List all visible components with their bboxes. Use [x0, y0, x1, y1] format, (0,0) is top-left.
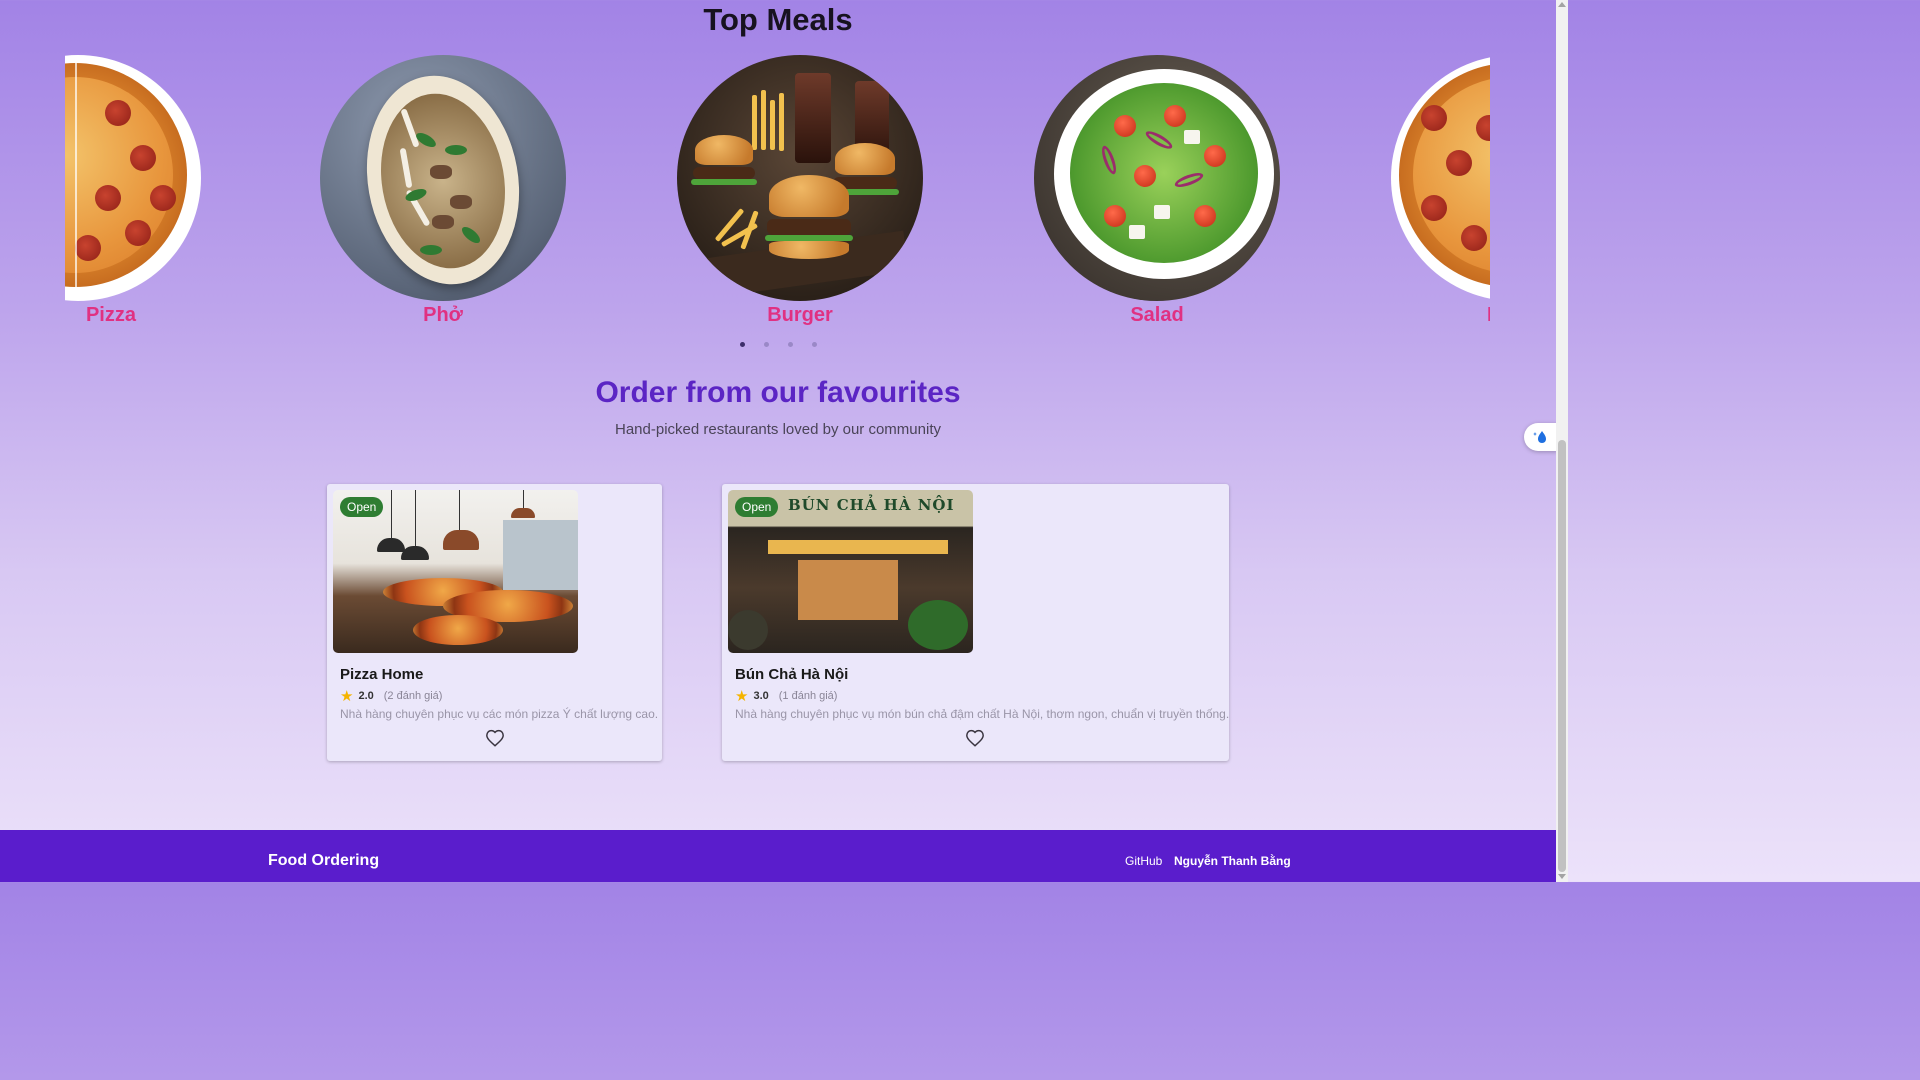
restaurant-image: BÚN CHẢ HÀ NỘI Open	[728, 490, 973, 653]
meal-image-pho	[320, 55, 566, 301]
review-count: (2 đánh giá)	[383, 690, 443, 702]
status-badge: Open	[735, 497, 779, 517]
meal-label: Burger	[767, 304, 833, 326]
meal-slide-pizza-next[interactable]: Pizza	[1391, 55, 1490, 327]
meal-slide-burger[interactable]: Burger	[677, 55, 923, 327]
carousel-dot-2[interactable]	[763, 342, 769, 347]
meal-label: Phở	[423, 304, 463, 326]
scroll-up-icon[interactable]	[1558, 2, 1566, 7]
meal-image-burger	[677, 55, 923, 301]
page: Top Meals Pizza Phở Burger Salad Order f…	[0, 0, 1556, 882]
restaurant-image: Open	[333, 490, 578, 653]
meal-slide-pizza[interactable]: Pizza	[65, 55, 201, 327]
favourites-title: Order from our favourites	[595, 376, 961, 409]
meal-label: Pizza	[1391, 304, 1490, 327]
github-link[interactable]: GitHub	[1125, 854, 1162, 868]
page-scrollbar[interactable]	[1556, 0, 1568, 882]
meal-slide-pho[interactable]: Phở	[320, 55, 566, 327]
author-link[interactable]: Nguyễn Thanh Bằng	[1174, 854, 1291, 868]
rating-value: 2.0	[358, 690, 374, 702]
carousel-pagination	[0, 334, 1556, 352]
drop-sparkle-icon	[1533, 431, 1546, 443]
meal-label: Salad	[1130, 304, 1184, 326]
restaurant-description: Nhà hàng chuyên phục vụ các món pizza Ý …	[340, 707, 659, 721]
restaurant-name[interactable]: Pizza Home	[340, 666, 423, 683]
star-icon: ★	[735, 688, 749, 705]
floating-extension-button[interactable]	[1524, 423, 1558, 451]
meal-label: Pizza	[85, 304, 136, 326]
restaurant-sign: BÚN CHẢ HÀ NỘI	[788, 496, 955, 514]
footer: Food Ordering GitHub Nguyễn Thanh Bằng	[0, 830, 1556, 882]
review-count: (1 đánh giá)	[778, 690, 838, 702]
restaurant-name[interactable]: Bún Chả Hà Nội	[735, 666, 848, 683]
restaurant-card[interactable]: BÚN CHẢ HÀ NỘI Open Bún Chả Hà Nội ★ 3.0…	[722, 484, 1229, 761]
footer-brand[interactable]: Food Ordering	[268, 852, 379, 870]
star-icon: ★	[340, 688, 354, 705]
favourites-subtitle: Hand-picked restaurants loved by our com…	[615, 421, 941, 438]
restaurant-card[interactable]: Open Pizza Home ★ 2.0 (2 đánh giá) Nhà h…	[327, 484, 662, 761]
meal-image-pizza	[1391, 55, 1490, 301]
rating-row: ★ 2.0 (2 đánh giá)	[340, 687, 442, 705]
rating-row: ★ 3.0 (1 đánh giá)	[735, 687, 837, 705]
carousel-dot-1[interactable]	[739, 342, 745, 347]
scroll-thumb[interactable]	[1558, 440, 1566, 872]
carousel-dot-4[interactable]	[811, 342, 817, 347]
restaurant-description: Nhà hàng chuyên phục vụ món bún chả đậm …	[735, 707, 1230, 721]
meal-slide-salad[interactable]: Salad	[1034, 55, 1280, 327]
carousel-dot-3[interactable]	[787, 342, 793, 347]
heart-icon[interactable]	[965, 729, 985, 747]
meal-image-pizza	[65, 55, 201, 301]
top-meals-title: Top Meals	[703, 2, 853, 37]
rating-value: 3.0	[753, 690, 769, 702]
meal-image-salad	[1034, 55, 1280, 301]
top-meals-carousel[interactable]: Pizza Phở Burger Salad	[65, 52, 1490, 332]
scroll-down-icon[interactable]	[1558, 874, 1566, 879]
status-badge: Open	[340, 497, 384, 517]
heart-icon[interactable]	[485, 729, 505, 747]
